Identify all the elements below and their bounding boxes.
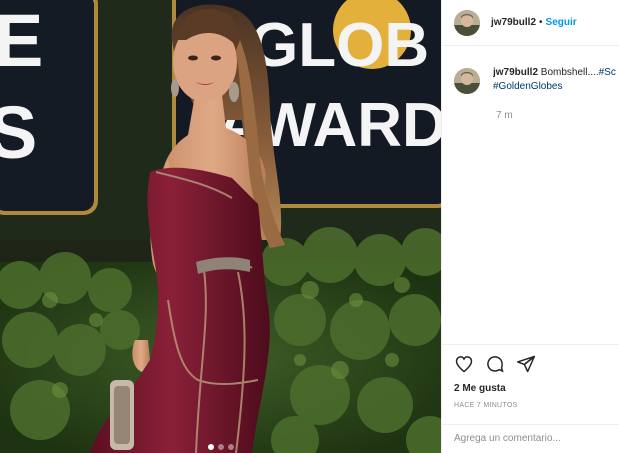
avatar-image xyxy=(454,9,480,36)
comment-box xyxy=(442,424,619,453)
caption-line: #GoldenGlobes xyxy=(493,80,619,94)
carousel-dot[interactable] xyxy=(217,444,224,450)
avatar[interactable] xyxy=(454,9,480,36)
caption-body: jw79bull2 Bombshell....#Sc #GoldenGlobes xyxy=(493,66,619,94)
avatar-image xyxy=(454,68,480,94)
carousel-dot[interactable] xyxy=(227,444,234,450)
heart-icon[interactable] xyxy=(454,354,474,374)
caption-time: 7 m xyxy=(496,110,513,121)
action-icons xyxy=(454,354,536,374)
caption-line: jw79bull2 Bombshell....#Sc xyxy=(493,66,619,80)
like-count[interactable]: 2 Me gusta xyxy=(454,383,506,394)
comment-icon[interactable] xyxy=(485,354,505,374)
caption-hashtag[interactable]: #GoldenGlobes xyxy=(493,81,563,92)
sign-left-letter-bottom: S xyxy=(0,91,37,174)
sign-left-letter-top: E xyxy=(0,0,43,82)
follow-button[interactable]: Seguir xyxy=(546,17,577,28)
comment-input[interactable] xyxy=(454,433,614,444)
header-separator: • xyxy=(539,17,543,28)
post-date[interactable]: HACE 7 MINUTOS xyxy=(454,402,518,409)
caption-hashtag[interactable]: #Sc xyxy=(599,67,616,78)
header-username[interactable]: jw79bull2 xyxy=(491,17,536,28)
post-actions: 2 Me gusta HACE 7 MINUTOS xyxy=(442,344,619,453)
post-side-panel: jw79bull2 • Seguir jw79bull2 Bombshell..… xyxy=(441,0,619,453)
caption-text: Bombshell.... xyxy=(540,67,599,78)
share-icon[interactable] xyxy=(516,354,536,374)
post-caption: jw79bull2 Bombshell....#Sc #GoldenGlobes xyxy=(454,66,619,94)
post-photo-scene: E S GLOB AWARD xyxy=(0,0,441,453)
avatar[interactable] xyxy=(454,68,480,94)
post-image[interactable]: E S GLOB AWARD xyxy=(0,0,441,453)
carousel-dot[interactable] xyxy=(207,444,214,450)
post-header: jw79bull2 • Seguir xyxy=(442,0,619,46)
sign-word-top: GLOB xyxy=(250,11,429,80)
caption-username[interactable]: jw79bull2 xyxy=(493,67,538,78)
carousel-indicator xyxy=(0,444,441,450)
